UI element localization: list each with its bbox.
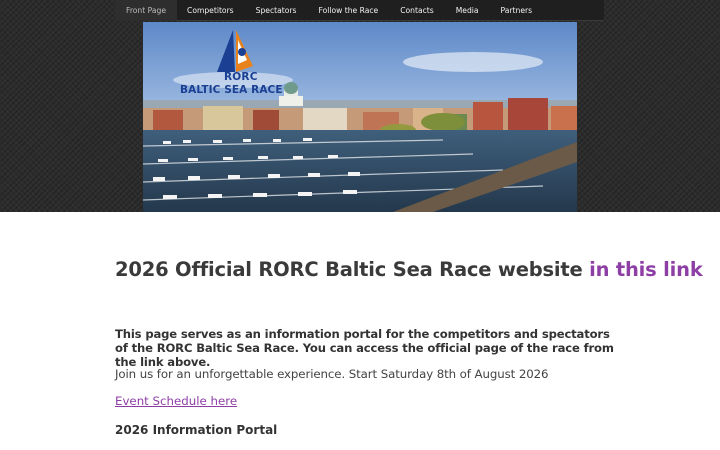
- intro-paragraph: This page serves as an information porta…: [115, 327, 614, 369]
- nav-follow-the-race[interactable]: Follow the Race: [318, 0, 378, 21]
- nav-competitors[interactable]: Competitors: [187, 0, 234, 21]
- event-schedule-link[interactable]: Event Schedule here: [115, 394, 237, 408]
- information-portal-heading: 2026 Information Portal: [115, 423, 278, 437]
- nav-spectators[interactable]: Spectators: [256, 0, 297, 21]
- nav-front-page[interactable]: Front Page: [115, 0, 178, 21]
- nav-media[interactable]: Media: [456, 0, 479, 21]
- logo-rorc-text: RORC: [224, 71, 258, 83]
- main-navigation: Front Page Competitors Spectators Follow…: [115, 0, 604, 21]
- page-headline: 2026 Official RORC Baltic Sea Race websi…: [115, 258, 703, 281]
- headline-text: 2026 Official RORC Baltic Sea Race websi…: [115, 258, 590, 281]
- sail-crest-logo-icon: [217, 30, 253, 72]
- logo-baltic-sea-race-text: BALTIC SEA RACE: [180, 84, 283, 96]
- nav-contacts[interactable]: Contacts: [400, 0, 434, 21]
- nav-partners[interactable]: Partners: [501, 0, 533, 21]
- official-site-link[interactable]: in this link: [589, 258, 703, 281]
- join-text: Join us for an unforgettable experience.…: [115, 367, 549, 381]
